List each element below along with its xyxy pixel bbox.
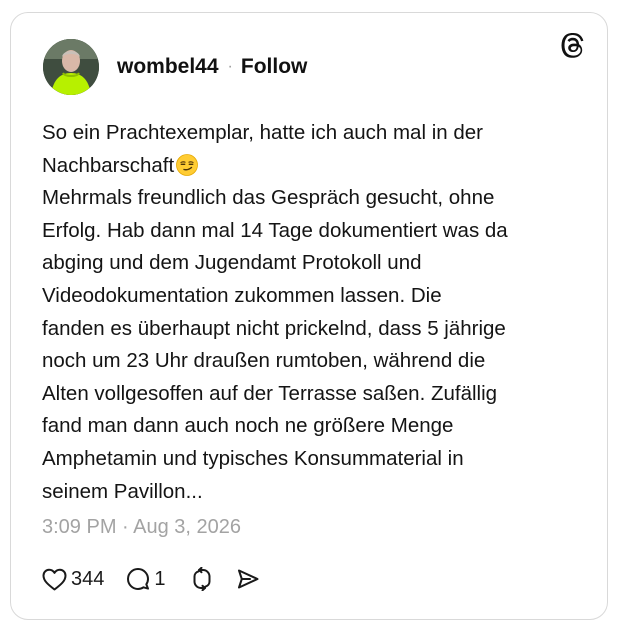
heart-icon (42, 568, 67, 590)
separator-dot: · (227, 58, 233, 75)
reply-button[interactable]: 1 (126, 567, 166, 591)
threads-logo-icon[interactable] (561, 33, 587, 59)
repost-button[interactable] (190, 567, 214, 591)
post-text-first: So ein Prachtexemplar, hatte ich auch ma… (42, 121, 483, 177)
comment-icon (127, 568, 150, 590)
post-text-body: Mehrmals freundlich das Gespräch gesucht… (42, 186, 508, 503)
like-count: 344 (71, 567, 105, 590)
username[interactable]: wombel44 (117, 55, 219, 79)
send-icon (237, 569, 258, 589)
avatar[interactable] (43, 39, 99, 95)
post-timestamp[interactable]: 3:09 PM · Aug 3, 2026 (42, 516, 241, 539)
like-button[interactable]: 344 (42, 568, 104, 591)
smirking-face-emoji-icon (176, 153, 199, 176)
repost-icon (193, 567, 210, 591)
share-button[interactable] (236, 567, 260, 591)
post-header: wombel44 · Follow (117, 55, 307, 79)
reply-count: 1 (154, 567, 166, 590)
post-card: wombel44 · Follow So ein Prachtexemplar,… (10, 12, 608, 620)
post-text: So ein Prachtexemplar, hatte ich auch ma… (42, 117, 582, 508)
avatar-image (43, 39, 99, 95)
follow-button[interactable]: Follow (241, 55, 308, 79)
action-bar: 344 1 (42, 566, 260, 592)
